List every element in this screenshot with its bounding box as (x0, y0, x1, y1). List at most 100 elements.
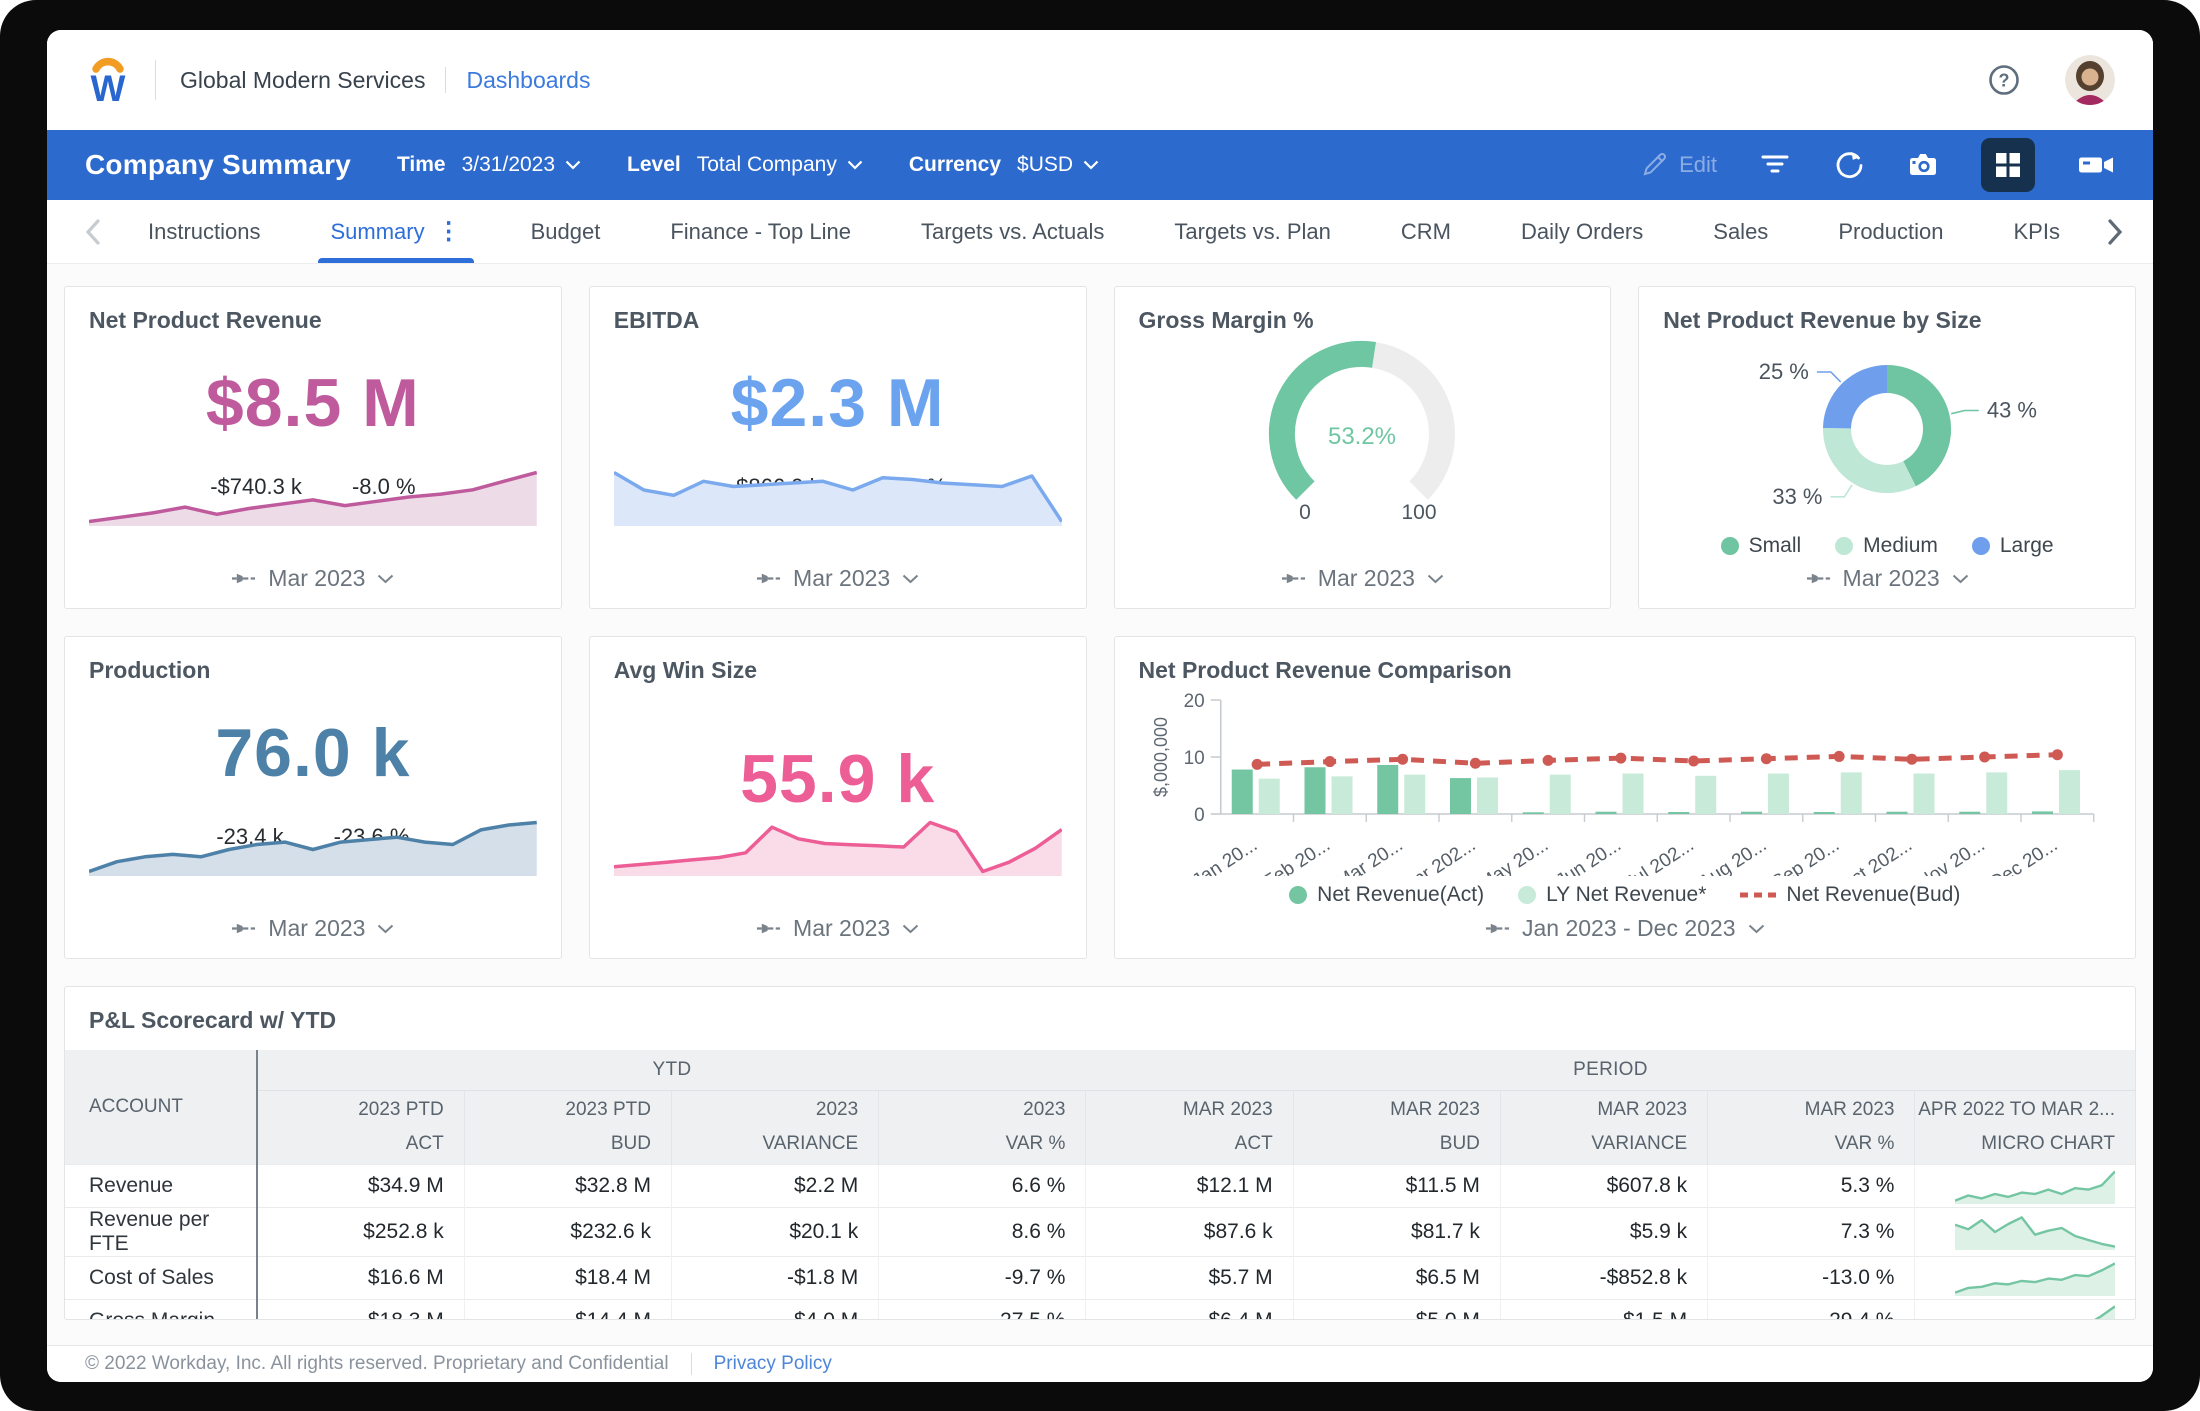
tab-budget[interactable]: Budget (496, 200, 636, 263)
period-label: Mar 2023 (268, 565, 365, 592)
card-title: Net Product Revenue (89, 307, 537, 334)
column-header: MAR 2023ACT (1086, 1090, 1293, 1164)
svg-text:0: 0 (1194, 805, 1205, 826)
value-cell: -$1.8 M (671, 1256, 878, 1299)
micro-chart-cell (1915, 1164, 2135, 1207)
filter-icon[interactable] (1759, 149, 1791, 181)
card-revenue-by-size: Net Product Revenue by Size 43 %33 %25 %… (1638, 286, 2136, 609)
tab-instructions[interactable]: Instructions (113, 200, 296, 263)
period-selector[interactable]: Mar 2023 (1115, 565, 1611, 592)
privacy-policy-link[interactable]: Privacy Policy (714, 1353, 832, 1375)
tabs-scroll-right[interactable] (2095, 200, 2135, 263)
chevron-down-icon (902, 574, 919, 584)
svg-text:$,000,000: $,000,000 (1150, 717, 1170, 797)
svg-text:53.2%: 53.2% (1328, 423, 1396, 450)
grid-view-button-active[interactable] (1981, 138, 2035, 192)
tab-sales[interactable]: Sales (1678, 200, 1803, 263)
svg-text:?: ? (1999, 71, 2010, 91)
tab-label: Production (1838, 219, 1943, 245)
tab-production[interactable]: Production (1803, 200, 1978, 263)
micro-chart-cell (1915, 1299, 2135, 1320)
value-cell: 27.5 % (879, 1299, 1086, 1320)
period-selector[interactable]: Mar 2023 (65, 915, 561, 942)
value-cell: $1.5 M (1500, 1299, 1707, 1320)
tab-summary[interactable]: Summary ⋮ (296, 200, 496, 263)
column-header-account: ACCOUNT (65, 1050, 257, 1164)
table-row: Revenue per FTE$252.8 k$232.6 k$20.1 k8.… (65, 1207, 2135, 1256)
column-group-header: PERIOD (1086, 1050, 2135, 1090)
tab-menu-icon[interactable]: ⋮ (437, 217, 461, 246)
column-group-header: YTD (257, 1050, 1086, 1090)
value-cell: $252.8 k (257, 1207, 464, 1256)
tab-targets-vs-actuals[interactable]: Targets vs. Actuals (886, 200, 1139, 263)
card-title: EBITDA (614, 307, 1062, 334)
tab-label: Summary (331, 219, 425, 245)
chevron-down-icon (1952, 574, 1969, 584)
refresh-icon[interactable] (1833, 149, 1865, 181)
level-label: Level (627, 153, 681, 177)
table-title: P&L Scorecard w/ YTD (65, 987, 2135, 1050)
card-title: Production (89, 657, 537, 684)
value-cell: -13.0 % (1708, 1256, 1915, 1299)
camera-icon[interactable] (1907, 149, 1939, 181)
tab-daily-orders[interactable]: Daily Orders (1486, 200, 1678, 263)
help-icon[interactable]: ? (1983, 59, 2025, 101)
pin-icon (1806, 572, 1831, 585)
tab-crm[interactable]: CRM (1366, 200, 1486, 263)
period-label: Jan 2023 - Dec 2023 (1522, 915, 1736, 942)
period-selector[interactable]: Jan 2023 - Dec 2023 (1115, 915, 2136, 942)
tab-label: Instructions (148, 219, 261, 245)
period-selector[interactable]: Mar 2023 (590, 915, 1086, 942)
tab-label: Daily Orders (1521, 219, 1643, 245)
svg-text:Oct 202...: Oct 202... (1835, 835, 1916, 876)
tab-kpis[interactable]: KPIs (1979, 200, 2095, 263)
value-cell: $14.4 M (464, 1299, 671, 1320)
micro-chart (1955, 1168, 2115, 1204)
chart-legend: Net Revenue(Act)LY Net Revenue*Net Reven… (1139, 883, 2112, 907)
card-title: Gross Margin % (1139, 307, 1587, 334)
edit-label: Edit (1679, 152, 1717, 178)
divider (691, 1353, 692, 1375)
sparkline-chart (614, 818, 1062, 876)
value-cell: $81.7 k (1293, 1207, 1500, 1256)
value-cell: $18.4 M (464, 1256, 671, 1299)
table-row: Gross Margin$18.3 M$14.4 M$4.0 M27.5 %$6… (65, 1299, 2135, 1320)
currency-filter[interactable]: Currency $USD (909, 153, 1099, 177)
legend-dot-icon (1289, 886, 1307, 904)
pin-icon (756, 922, 781, 935)
svg-text:W: W (91, 68, 126, 108)
pencil-icon (1641, 152, 1667, 178)
chevron-down-icon (377, 574, 394, 584)
period-selector[interactable]: Mar 2023 (590, 565, 1086, 592)
time-filter[interactable]: Time 3/31/2023 (397, 153, 581, 177)
legend-item: Net Revenue(Act) (1289, 883, 1484, 907)
level-filter[interactable]: Level Total Company (627, 153, 863, 177)
sparkline-chart (89, 468, 537, 526)
legend-dot-icon (1518, 886, 1536, 904)
dashboards-link[interactable]: Dashboards (466, 67, 590, 94)
period-label: Mar 2023 (793, 565, 890, 592)
tab-finance-top-line[interactable]: Finance - Top Line (635, 200, 886, 263)
value-cell: $12.1 M (1086, 1164, 1293, 1207)
tab-targets-vs-plan[interactable]: Targets vs. Plan (1139, 200, 1366, 263)
value-cell: $32.8 M (464, 1164, 671, 1207)
period-selector[interactable]: Mar 2023 (1639, 565, 2135, 592)
divider (155, 60, 156, 100)
micro-chart-cell (1915, 1207, 2135, 1256)
video-icon[interactable] (2077, 149, 2115, 181)
period-selector[interactable]: Mar 2023 (65, 565, 561, 592)
app-window: W Global Modern Services Dashboards ? Co… (47, 30, 2153, 1382)
card-ebitda: EBITDA $2.3 M -$866.9 k -27.0 % Mar 2023 (589, 286, 1087, 609)
table-row: Revenue$34.9 M$32.8 M$2.2 M6.6 %$12.1 M$… (65, 1164, 2135, 1207)
svg-text:20: 20 (1183, 691, 1204, 712)
column-header: 2023 PTDBUD (464, 1090, 671, 1164)
app-header: W Global Modern Services Dashboards ? (47, 30, 2153, 130)
period-label: Mar 2023 (268, 915, 365, 942)
value-cell: $5.9 k (1500, 1207, 1707, 1256)
grid-icon (1993, 150, 2023, 180)
avatar[interactable] (2065, 55, 2115, 105)
account-cell: Gross Margin (65, 1299, 257, 1320)
tabs-scroll-left[interactable] (73, 200, 113, 263)
value-cell: $232.6 k (464, 1207, 671, 1256)
period-label: Mar 2023 (1318, 565, 1415, 592)
